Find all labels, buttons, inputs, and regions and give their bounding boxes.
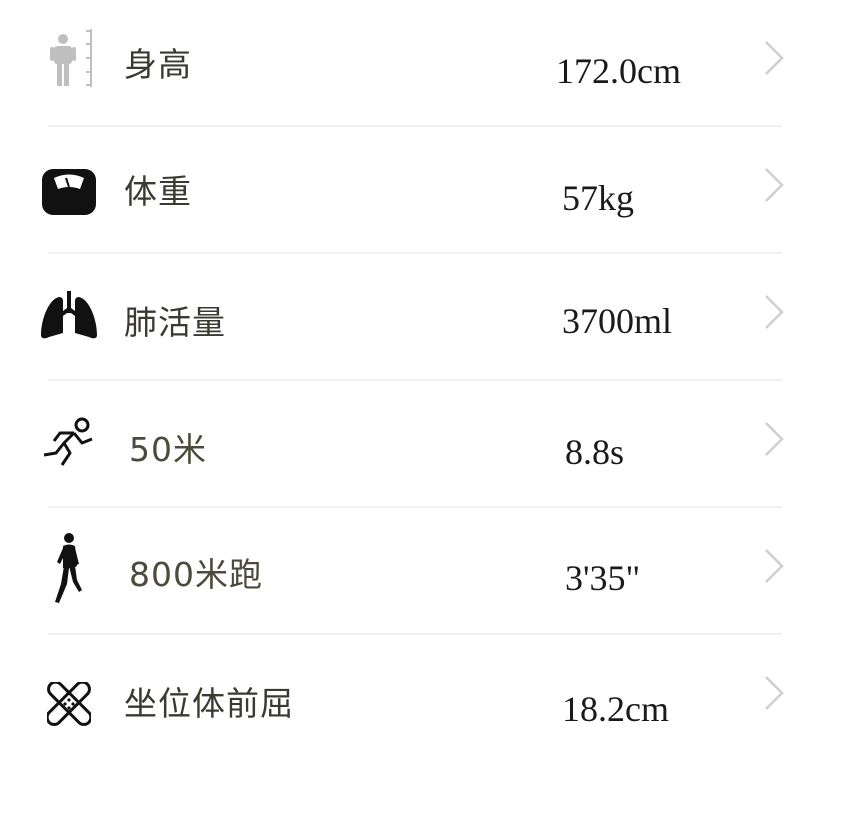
item-label: 800米跑 (129, 555, 263, 594)
chevron-right-icon (765, 168, 784, 202)
runner-silhouette-icon (36, 530, 102, 608)
chevron-right-icon (765, 676, 784, 710)
sprinter-icon (36, 409, 102, 475)
item-value: 18.2cm (562, 689, 669, 729)
stretch-icon (36, 671, 102, 737)
chevron-right-icon (765, 422, 784, 456)
item-value: 8.8s (565, 432, 625, 472)
fitness-record-list: 身高 172.0cm 体重 57kg 肺活量 3700ml 50米 8.8s 8… (0, 0, 859, 762)
item-value: 3'35" (565, 558, 641, 598)
chevron-right-icon (765, 549, 784, 583)
list-item-50m[interactable]: 50米 8.8s (0, 381, 859, 508)
item-label: 体重 (124, 172, 192, 211)
list-item-800m-run[interactable]: 800米跑 3'35" (0, 508, 859, 635)
item-label: 50米 (129, 430, 207, 469)
item-label: 身高 (124, 45, 192, 84)
item-label: 肺活量 (124, 303, 226, 342)
item-label: 坐位体前屈 (124, 684, 294, 723)
item-value: 57kg (562, 178, 634, 218)
chevron-right-icon (765, 295, 784, 329)
list-item-height[interactable]: 身高 172.0cm (0, 0, 859, 127)
chevron-right-icon (765, 41, 784, 75)
list-item-weight[interactable]: 体重 57kg (0, 127, 859, 254)
item-value: 3700ml (562, 301, 673, 341)
weighing-scale-icon (36, 159, 102, 225)
lungs-icon (36, 282, 102, 348)
list-item-lung-capacity[interactable]: 肺活量 3700ml (0, 254, 859, 381)
item-value: 172.0cm (556, 51, 681, 91)
list-item-sit-and-reach[interactable]: 坐位体前屈 18.2cm (0, 635, 859, 762)
height-ruler-person-icon (36, 25, 102, 91)
